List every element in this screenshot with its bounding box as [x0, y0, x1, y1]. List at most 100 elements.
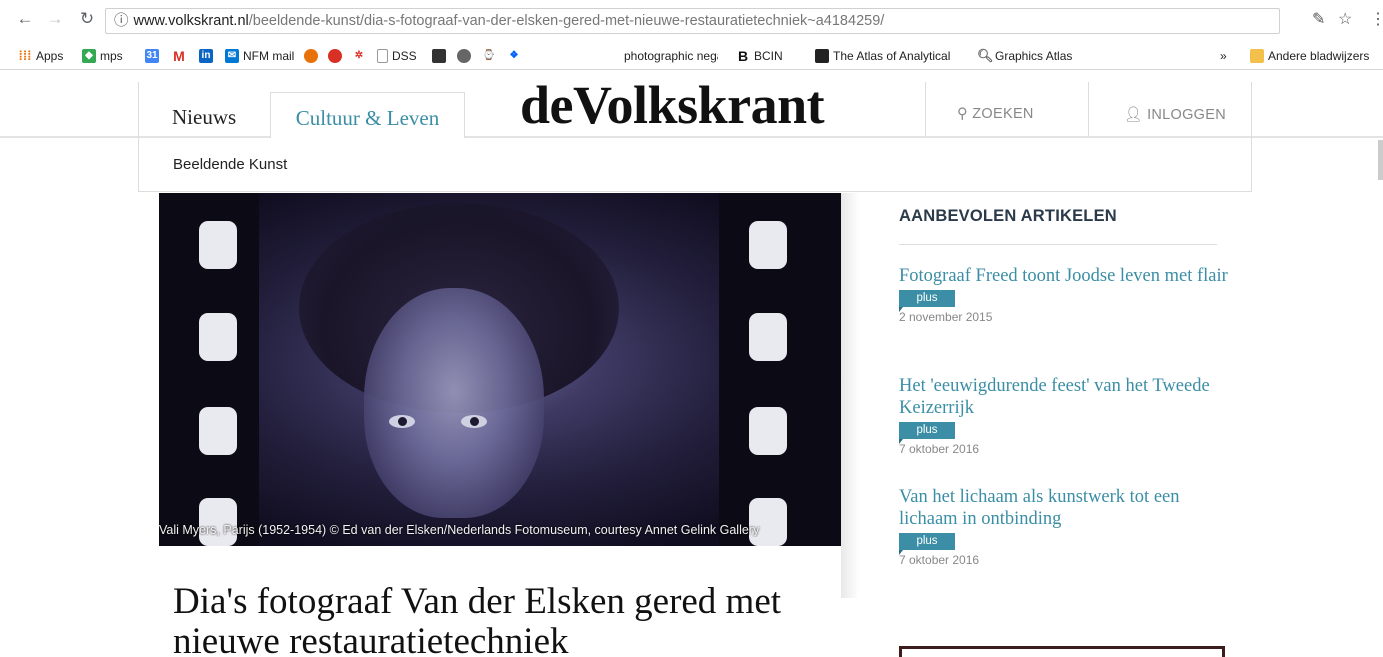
recommended-article[interactable]: Het 'eeuwigdurende feest' van het Tweede… [899, 375, 1229, 456]
hero-eye [461, 415, 487, 428]
gmail-icon: M [173, 48, 185, 64]
bookmark-2[interactable] [328, 48, 346, 64]
nav-divider [925, 82, 926, 136]
nav-divider [1088, 82, 1089, 136]
bookmark-gmail[interactable]: M [172, 48, 190, 64]
sidebar-heading: AANBEVOLEN ARTIKELEN [899, 207, 1117, 225]
bookmark-label: NFM mail [243, 49, 295, 63]
bookmark-linkedin[interactable]: in [199, 48, 217, 64]
bookmark-4[interactable] [432, 48, 450, 64]
bookmark-nfm-mail[interactable]: ✉ NFM mail [225, 48, 294, 64]
plus-badge: plus [899, 290, 955, 312]
tab-nieuws[interactable]: Nieuws [172, 105, 236, 130]
sprocket-hole [199, 498, 237, 546]
bookmark-icon-3: ✲ [354, 50, 364, 61]
search-icon: ⚲ [957, 106, 968, 122]
menu-icon[interactable]: ⋮ [1370, 9, 1383, 29]
bookmark-icon-4 [432, 49, 446, 63]
bookmark-dss[interactable]: DSS [377, 48, 417, 64]
bookmark-apps[interactable]: ⁞⁞⁞ Apps [18, 48, 64, 64]
bookmark-label: DSS [392, 49, 417, 63]
hero-image[interactable]: Vali Myers, Parijs (1952-1954) © Ed van … [159, 193, 841, 546]
bookmarks-overflow[interactable]: » [1220, 48, 1227, 64]
bookmark-dropbox[interactable]: ❖ [507, 48, 525, 64]
calendar-icon: 31 [145, 49, 159, 63]
bookmark-1[interactable] [304, 48, 322, 64]
bookmark-label: Graphics Atlas [995, 49, 1073, 63]
sidebar-divider [899, 244, 1217, 245]
apps-icon: ⁞⁞⁞ [18, 48, 32, 63]
bookmark-atlas[interactable]: The Atlas of Analytical [815, 48, 965, 64]
forward-icon[interactable]: → [44, 8, 66, 30]
sprocket-hole [749, 498, 787, 546]
bookmark-icon-6: ⌚ [482, 50, 496, 61]
bookmark-other[interactable]: Andere bladwijzers [1250, 48, 1369, 64]
bookmark-label: BCIN [754, 49, 783, 63]
sprocket-hole [749, 221, 787, 269]
bookmark-graphics-atlas[interactable]: 🔍︎ Graphics Atlas [977, 48, 1072, 64]
advertisement-frame[interactable] [899, 646, 1225, 657]
film-strip-left [159, 193, 259, 546]
plus-badge: plus [899, 422, 955, 444]
sprocket-hole [199, 407, 237, 455]
user-icon: 👤︎ [1124, 107, 1143, 123]
sprocket-hole [749, 407, 787, 455]
bookmark-6[interactable]: ⌚ [482, 48, 500, 64]
recommended-title[interactable]: Fotograaf Freed toont Joodse leven met f… [899, 265, 1229, 287]
back-icon[interactable]: ← [14, 8, 36, 30]
content-shadow [841, 193, 859, 598]
bookmark-3[interactable]: ✲ [352, 48, 370, 64]
address-bar[interactable]: ⓘ www.volkskrant.nl/beeldende-kunst/dia-s… [105, 8, 1280, 34]
bookmarks-bar: ⁞⁞⁞ Apps ◆ mps 31 M in ✉ NFM mail ✲ DSS ⌚ ❖… [0, 42, 1383, 70]
page-icon [377, 49, 388, 63]
info-icon[interactable]: ⓘ [114, 13, 129, 29]
recommended-date: 7 oktober 2016 [899, 442, 980, 456]
film-strip-right [719, 193, 841, 546]
recommended-article[interactable]: Van het lichaam als kunstwerk tot een li… [899, 486, 1229, 567]
hero-face-shape [364, 288, 544, 518]
sprocket-hole [749, 313, 787, 361]
browser-toolbar: ← → ↻ ⓘ www.volkskrant.nl/beeldende-kunst… [0, 0, 1383, 42]
bookmark-5[interactable] [457, 48, 475, 64]
bookmark-label: mps [100, 49, 123, 63]
site-logo[interactable]: deVolkskrant [520, 74, 825, 136]
bookmark-icon-5 [457, 49, 471, 63]
sprocket-hole [199, 221, 237, 269]
recommended-date: 2 november 2015 [899, 310, 993, 324]
plus-badge: plus [899, 533, 955, 555]
article-title: Dia's fotograaf Van der Elsken gered met… [173, 581, 782, 657]
bookmark-label: Andere bladwijzers [1268, 49, 1370, 63]
recommended-title[interactable]: Het 'eeuwigdurende feest' van het Tweede… [899, 375, 1229, 419]
bookmark-bcin[interactable]: B BCIN [736, 48, 783, 64]
linkedin-icon: in [199, 49, 213, 63]
sprocket-hole [199, 313, 237, 361]
search-icon: 🔍︎ [977, 48, 994, 63]
search-button[interactable]: ⚲ ZOEKEN [957, 106, 1034, 122]
star-icon[interactable]: ☆ [1338, 9, 1352, 29]
login-label: INLOGGEN [1147, 107, 1227, 123]
bookmark-calendar[interactable]: 31 [145, 48, 163, 64]
login-button[interactable]: 👤︎ INLOGGEN [1124, 106, 1226, 123]
folder-icon [1250, 49, 1264, 63]
reload-icon[interactable]: ↻ [76, 8, 98, 30]
recommended-article[interactable]: Fotograaf Freed toont Joodse leven met f… [899, 265, 1229, 324]
bookmark-maps[interactable]: ◆ mps [82, 48, 123, 64]
extension-icon[interactable]: ✎ [1312, 9, 1325, 29]
scrollbar[interactable] [1378, 140, 1383, 180]
atlas-icon [815, 49, 829, 63]
mail-icon: ✉ [225, 49, 239, 63]
hero-eye [389, 415, 415, 428]
bookmark-label: photographic negativ [624, 49, 718, 63]
url-domain: www.volkskrant.nl [133, 13, 249, 29]
hero-caption: Vali Myers, Parijs (1952-1954) © Ed van … [159, 523, 760, 537]
recommended-date: 7 oktober 2016 [899, 553, 980, 567]
subnav-beeldende-kunst[interactable]: Beeldende Kunst [173, 156, 287, 173]
tab-cultuur-leven[interactable]: Cultuur & Leven [270, 92, 465, 138]
dropbox-icon: ❖ [509, 50, 519, 61]
bookmark-photographic[interactable]: photographic negativ [624, 48, 718, 64]
maps-icon: ◆ [82, 49, 96, 63]
overflow-label: » [1220, 49, 1227, 63]
search-label: ZOEKEN [972, 106, 1034, 122]
bookmark-label: Apps [36, 49, 64, 63]
recommended-title[interactable]: Van het lichaam als kunstwerk tot een li… [899, 486, 1229, 530]
